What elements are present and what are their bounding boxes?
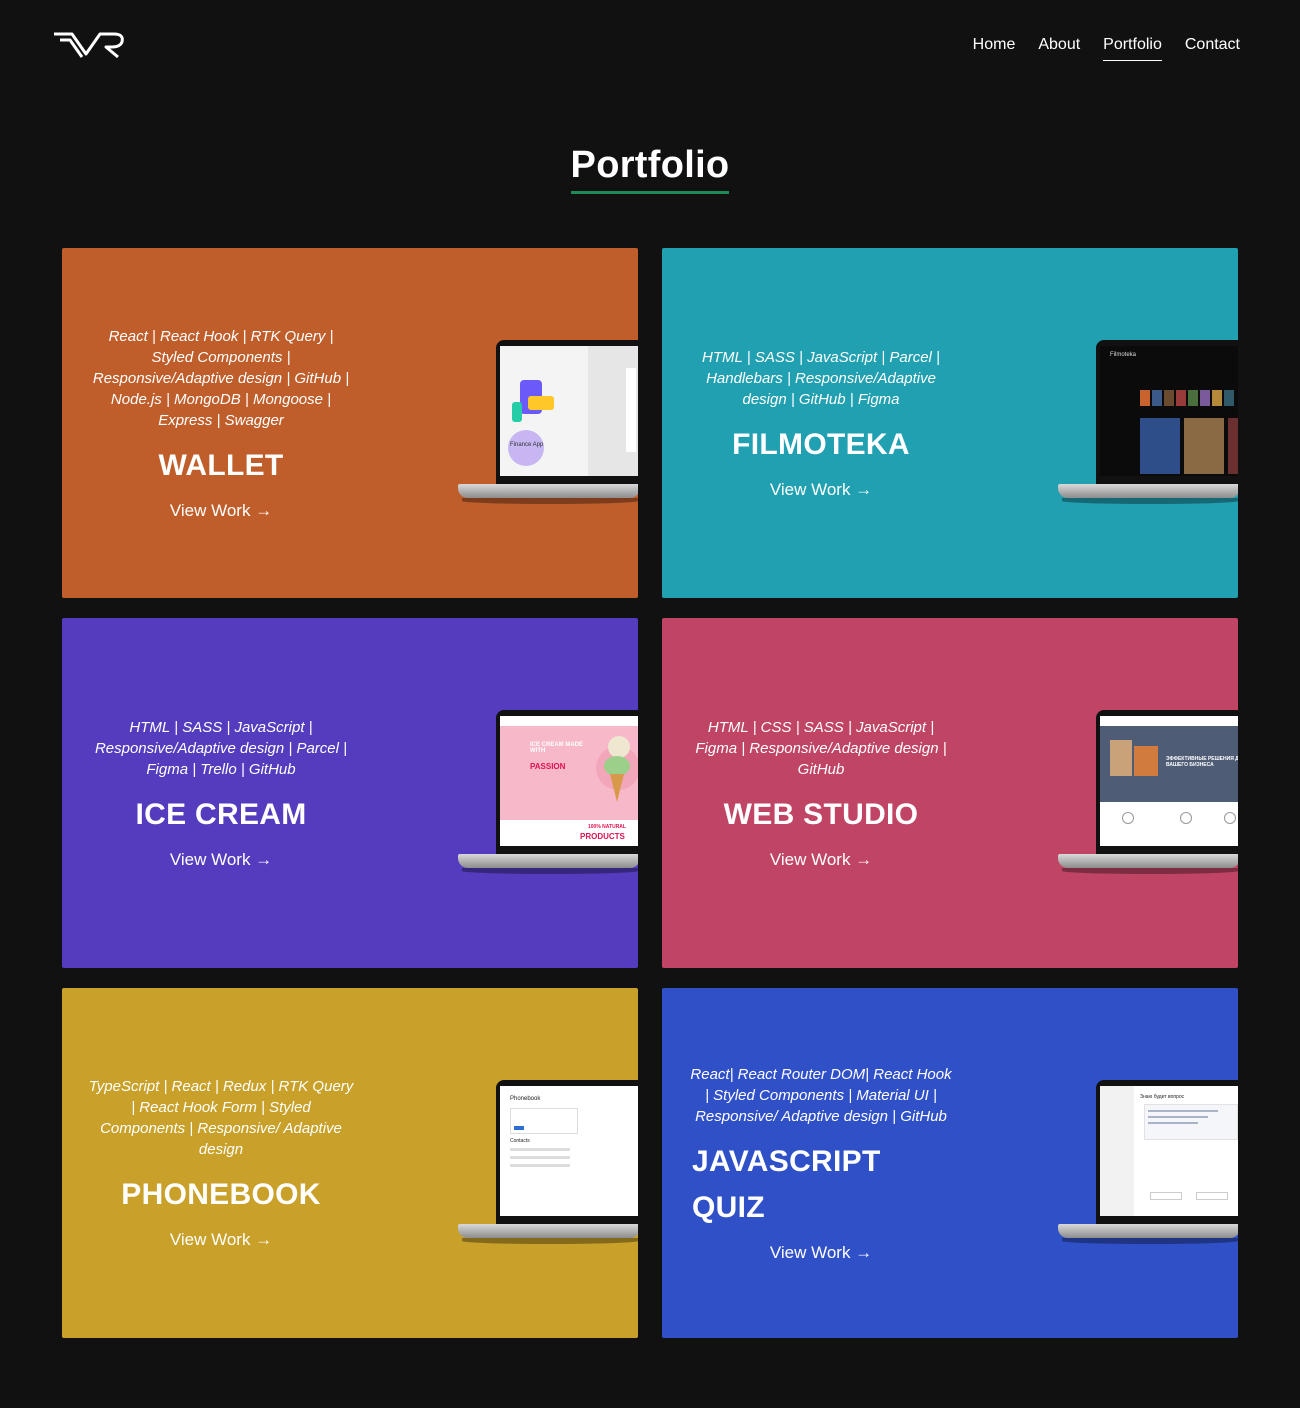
project-card-phonebook[interactable]: TypeScript | React | Redux | RTK Query |… — [62, 988, 638, 1338]
project-card-ice-cream[interactable]: HTML | SASS | JavaScript | Responsive/Ad… — [62, 618, 638, 968]
screen-caption: Finance App — [510, 442, 544, 448]
view-work-link[interactable]: View Work → — [170, 501, 272, 521]
project-card-filmoteka[interactable]: HTML | SASS | JavaScript | Parcel | Hand… — [662, 248, 1238, 598]
nav-portfolio[interactable]: Portfolio — [1103, 36, 1162, 61]
logo[interactable] — [52, 30, 126, 60]
project-title: FILMOTEKA — [732, 427, 910, 461]
screen-accent: PASSION — [530, 762, 566, 771]
nav-contact[interactable]: Contact — [1185, 36, 1240, 61]
laptop-mockup: ЭФФЕКТИВНЫЕ РЕШЕНИЯ ДЛЯ ВАШЕГО БИЗНЕСА — [1058, 710, 1238, 886]
project-tech: HTML | SASS | JavaScript | Responsive/Ad… — [94, 718, 348, 778]
screen-caption: Contacts — [510, 1138, 530, 1144]
portfolio-grid: React | React Hook | RTK Query | Styled … — [62, 248, 1238, 1338]
screen-caption: Filmoteka — [1110, 352, 1137, 358]
laptop-mockup: Filmoteka — [1058, 340, 1238, 516]
view-work-link[interactable]: View Work → — [170, 850, 272, 870]
page-title: Portfolio — [570, 144, 730, 194]
view-work-link[interactable]: View Work → — [170, 1230, 272, 1250]
main-nav: Home About Portfolio Contact — [950, 36, 1240, 61]
project-title: JAVASCRIPT QUIZ — [692, 1144, 881, 1224]
project-tech: HTML | CSS | SASS | JavaScript | Figma |… — [695, 718, 947, 778]
nav-home[interactable]: Home — [973, 36, 1016, 61]
nav-about[interactable]: About — [1038, 36, 1080, 61]
screen-caption: Phonebook — [510, 1096, 541, 1102]
project-title: PHONEBOOK — [121, 1178, 321, 1211]
project-title: WALLET — [158, 448, 284, 482]
project-tech: TypeScript | React | Redux | RTK Query |… — [88, 1078, 354, 1158]
view-work-link[interactable]: View Work → — [770, 480, 872, 500]
project-card-wallet[interactable]: React | React Hook | RTK Query | Styled … — [62, 248, 638, 598]
project-tech: HTML | SASS | JavaScript | Parcel | Hand… — [702, 348, 940, 408]
project-card-javascript-quiz[interactable]: React| React Router DOM| React Hook | St… — [662, 988, 1238, 1338]
laptop-mockup: ICE CREAM MADE WITH PASSION 100% NATURAL… — [458, 710, 638, 886]
screen-caption: 100% NATURAL — [588, 824, 626, 830]
project-tech: React | React Hook | RTK Query | Styled … — [92, 327, 350, 429]
project-tech: React| React Router DOM| React Hook | St… — [690, 1065, 952, 1125]
laptop-mockup: Phonebook Contacts — [458, 1080, 638, 1256]
screen-headline: ЭФФЕКТИВНЫЕ РЕШЕНИЯ ДЛЯ ВАШЕГО БИЗНЕСА — [1166, 756, 1238, 768]
project-title: WEB STUDIO — [723, 797, 919, 831]
screen-caption: PRODUCTS — [580, 832, 625, 841]
project-title: ICE CREAM — [135, 797, 307, 831]
project-card-web-studio[interactable]: HTML | CSS | SASS | JavaScript | Figma |… — [662, 618, 1238, 968]
screen-caption: Знаю будет вопрос — [1140, 1094, 1185, 1100]
view-work-link[interactable]: View Work → — [770, 850, 872, 870]
screen-headline: ICE CREAM MADE WITH — [530, 742, 584, 754]
laptop-mockup: Знаю будет вопрос — [1058, 1080, 1238, 1256]
laptop-mockup: Finance App — [458, 340, 638, 516]
view-work-link[interactable]: View Work → — [770, 1243, 872, 1263]
